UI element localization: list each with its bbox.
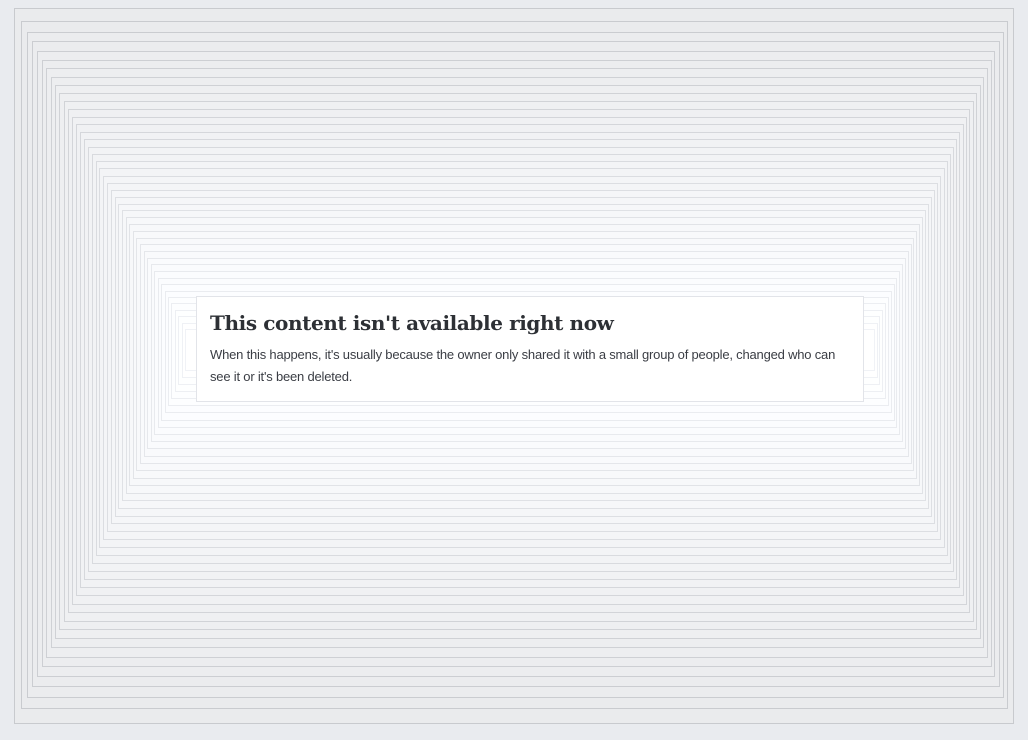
notice-message: When this happens, it's usually because …: [210, 347, 836, 384]
notice-title: This content isn't available right now: [210, 311, 614, 335]
content-unavailable-notice: This content isn't available right now W…: [196, 296, 864, 402]
